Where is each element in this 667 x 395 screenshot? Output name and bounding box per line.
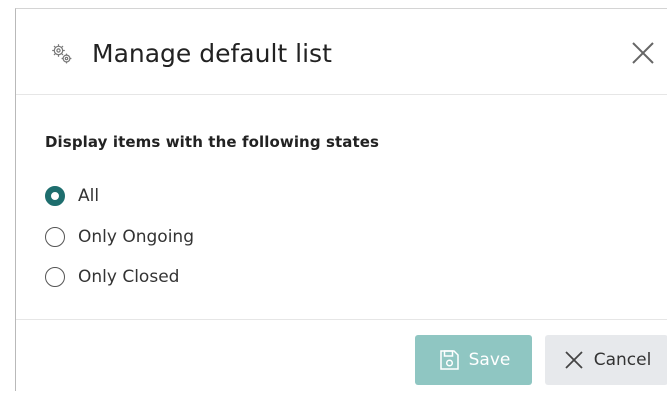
- cancel-button-label: Cancel: [593, 350, 652, 370]
- radio-label-all: All: [78, 186, 100, 206]
- radio-label-only-closed: Only Closed: [78, 267, 180, 287]
- manage-default-list-dialog: Manage default list Display items with t…: [15, 8, 667, 392]
- radio-all[interactable]: [45, 186, 65, 206]
- close-icon: [632, 42, 654, 64]
- radio-option-only-ongoing[interactable]: Only Ongoing: [45, 224, 194, 250]
- radio-label-only-ongoing: Only Ongoing: [78, 227, 194, 247]
- radio-only-ongoing[interactable]: [45, 227, 65, 247]
- radio-option-only-closed[interactable]: Only Closed: [45, 264, 179, 290]
- gears-icon: [51, 43, 73, 65]
- radio-only-closed[interactable]: [45, 267, 65, 287]
- radio-option-all[interactable]: All: [45, 183, 99, 209]
- dialog-header: Manage default list: [16, 9, 667, 95]
- save-button[interactable]: Save: [415, 335, 532, 385]
- dialog-footer: Save Cancel: [16, 319, 667, 392]
- dialog-body: Display items with the following states …: [16, 95, 667, 320]
- save-button-label: Save: [468, 350, 511, 370]
- cancel-button[interactable]: Cancel: [545, 335, 667, 385]
- states-section-label: Display items with the following states: [45, 133, 380, 151]
- close-dialog-button[interactable]: [628, 38, 658, 68]
- floppy-disk-icon: [439, 350, 459, 370]
- close-icon: [565, 351, 583, 369]
- dialog-title: Manage default list: [92, 39, 332, 68]
